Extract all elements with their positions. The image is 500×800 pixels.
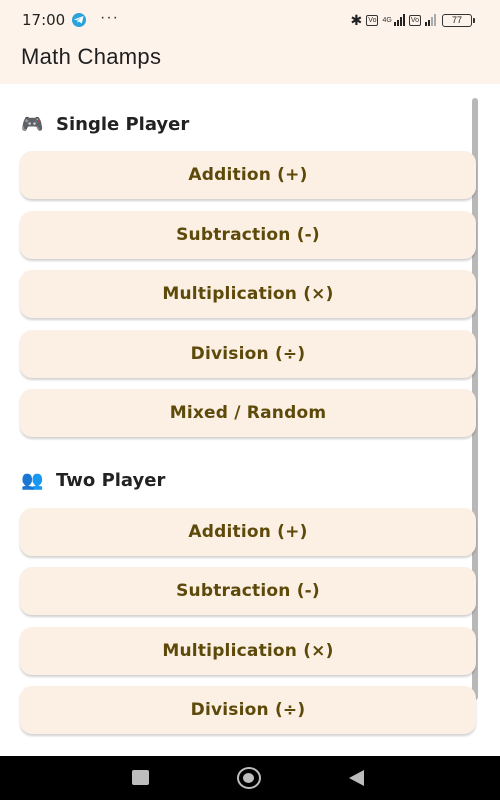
section-title: Two Player [56,469,166,491]
button-label: Multiplication (×) [162,641,334,661]
system-navigation-bar [0,756,500,800]
single-addition-button[interactable]: Addition (+) [20,151,476,199]
app-bar: Math Champs [0,40,500,84]
two-division-button[interactable]: Division (÷) [20,686,476,734]
status-bar: 17:00 ··· ✱ Vo 4G Vo 77 [0,0,500,40]
recent-apps-icon[interactable] [132,770,149,785]
button-label: Subtraction (-) [176,225,320,245]
network-type-label: 4G [382,16,392,24]
status-icons: ✱ Vo 4G Vo 77 [350,11,475,28]
button-label: Division (÷) [190,700,306,720]
signal-icon-2 [425,14,436,26]
button-label: Addition (+) [188,165,308,185]
volte-icon-2: Vo [408,14,421,26]
battery-icon: 77 [442,13,475,27]
telegram-icon [72,13,86,27]
section-header-single-player: 🎮 Single Player [21,112,189,136]
button-label: Addition (+) [188,522,308,542]
button-label: Subtraction (-) [176,581,320,601]
app-title: Math Champs [21,44,162,69]
status-time: 17:00 [22,11,66,29]
two-subtraction-button[interactable]: Subtraction (-) [20,567,476,615]
section-header-two-player: 👥 Two Player [21,468,165,492]
single-mixed-button[interactable]: Mixed / Random [20,389,476,437]
home-icon[interactable] [237,767,261,789]
two-multiplication-button[interactable]: Multiplication (×) [20,627,476,675]
button-label: Division (÷) [190,344,306,364]
button-label: Mixed / Random [169,403,327,423]
single-subtraction-button[interactable]: Subtraction (-) [20,211,476,259]
bluetooth-icon: ✱ [350,11,363,28]
section-title: Single Player [56,113,190,135]
more-dots-icon: ··· [100,9,119,26]
main-content[interactable]: 🎮 Single Player Addition (+) Subtraction… [0,84,500,756]
gamepad-icon: 🎮 [21,113,44,134]
single-division-button[interactable]: Division (÷) [20,330,476,378]
signal-icon [393,14,405,26]
volte-icon: Vo [366,14,379,26]
button-label: Multiplication (×) [162,284,334,304]
single-multiplication-button[interactable]: Multiplication (×) [20,270,476,318]
two-addition-button[interactable]: Addition (+) [20,508,476,556]
users-icon: 👥 [21,469,44,490]
back-icon[interactable] [349,770,364,786]
